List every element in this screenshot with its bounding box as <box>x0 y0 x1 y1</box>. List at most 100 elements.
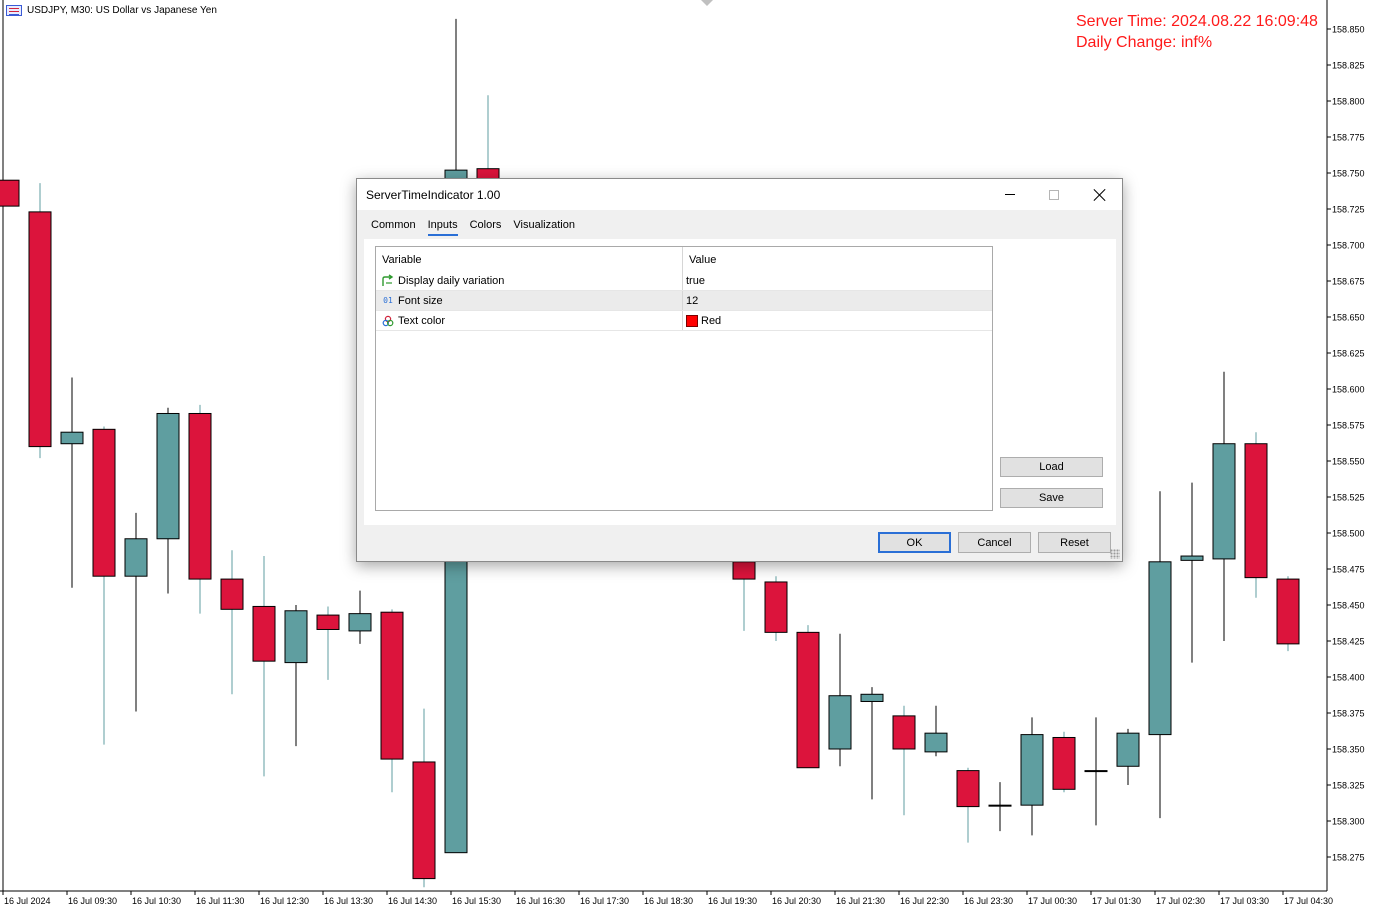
table-row[interactable]: Display daily variation true <box>376 271 992 291</box>
bull-candle <box>988 804 1012 807</box>
table-row[interactable]: 01 Font size 12 <box>376 291 992 311</box>
tab-visualization[interactable]: Visualization <box>507 216 581 236</box>
dialog-title: ServerTimeIndicator 1.00 <box>366 188 501 202</box>
time-tick-label: 16 Jul 20:30 <box>772 896 821 906</box>
price-tick-label: 158.275 <box>1332 853 1365 863</box>
dialog-titlebar[interactable]: ServerTimeIndicator 1.00 <box>357 179 1122 210</box>
variable-cell[interactable]: Display daily variation <box>376 271 683 290</box>
time-tick-label: 17 Jul 01:30 <box>1092 896 1141 906</box>
time-tick-label: 16 Jul 11:30 <box>196 896 244 906</box>
bull-candle <box>1148 561 1172 736</box>
bear-candle <box>0 179 20 207</box>
time-tick-label: 16 Jul 19:30 <box>708 896 757 906</box>
price-tick-label: 158.400 <box>1332 673 1365 683</box>
bear-candle <box>28 211 52 448</box>
bull-candle <box>348 613 372 632</box>
bear-candle <box>956 770 980 808</box>
time-tick-label: 16 Jul 09:30 <box>68 896 117 906</box>
resize-grip-icon[interactable] <box>1110 549 1120 559</box>
variable-cell[interactable]: 01 Font size <box>376 291 683 310</box>
symbol-title-text: USDJPY, M30: US Dollar vs Japanese Yen <box>27 5 217 16</box>
save-button[interactable]: Save <box>1000 488 1103 508</box>
bear-candle <box>252 605 276 662</box>
bear-candle <box>1276 578 1300 645</box>
load-button[interactable]: Load <box>1000 457 1103 477</box>
price-tick-label: 158.850 <box>1332 25 1365 35</box>
color-swatch[interactable] <box>686 314 698 327</box>
value-cell[interactable]: 12 <box>683 291 992 310</box>
price-tick-label: 158.750 <box>1332 169 1365 179</box>
chart-shift-marker[interactable] <box>701 0 713 6</box>
column-header-value[interactable]: Value <box>683 247 992 271</box>
price-tick-label: 158.450 <box>1332 601 1365 611</box>
variable-name: Font size <box>398 294 443 307</box>
ok-button[interactable]: OK <box>878 532 951 553</box>
price-tick-label: 158.375 <box>1332 709 1365 719</box>
table-row[interactable]: Text color Red <box>376 311 992 331</box>
value-cell[interactable]: Red <box>683 311 992 330</box>
color-palette-icon <box>381 314 395 328</box>
tab-colors[interactable]: Colors <box>464 216 508 236</box>
reset-button[interactable]: Reset <box>1038 532 1111 553</box>
bull-candle <box>1020 734 1044 806</box>
time-tick-label: 16 Jul 2024 <box>4 896 51 906</box>
bull-candle <box>828 695 852 750</box>
daily-change-text: Daily Change: inf% <box>1076 34 1213 51</box>
time-tick-label: 17 Jul 04:30 <box>1284 896 1333 906</box>
time-tick-label: 16 Jul 16:30 <box>516 896 565 906</box>
variable-name: Display daily variation <box>398 274 505 287</box>
price-tick-label: 158.325 <box>1332 781 1365 791</box>
time-tick-label: 16 Jul 23:30 <box>964 896 1013 906</box>
bear-candle <box>892 715 916 750</box>
price-tick-label: 158.500 <box>1332 529 1365 539</box>
bear-candle <box>188 412 212 580</box>
tab-inputs[interactable]: Inputs <box>422 216 464 236</box>
time-tick-label: 16 Jul 17:30 <box>580 896 629 906</box>
bear-candle <box>92 428 116 577</box>
bear-candle <box>316 614 340 630</box>
bull-candle <box>156 412 180 540</box>
price-tick-label: 158.775 <box>1332 133 1365 143</box>
price-tick-label: 158.675 <box>1332 277 1365 287</box>
symbol-title: USDJPY, M30: US Dollar vs Japanese Yen <box>6 5 217 16</box>
time-axis-labels: 16 Jul 2024 16 Jul 09:30 16 Jul 10:30 16 Ju… <box>2 891 1333 906</box>
close-icon <box>1094 189 1106 201</box>
value-text: 12 <box>686 294 699 307</box>
bull-candle <box>1180 555 1204 561</box>
time-tick-label: 16 Jul 13:30 <box>324 896 373 906</box>
time-tick-label: 16 Jul 12:30 <box>260 896 309 906</box>
bear-candle <box>1244 443 1268 579</box>
bear-candle <box>412 761 436 880</box>
cancel-button[interactable]: Cancel <box>958 532 1031 553</box>
value-text: true <box>686 274 705 287</box>
price-tick-label: 158.725 <box>1332 205 1365 215</box>
number-icon: 01 <box>383 296 393 305</box>
price-tick-label: 158.425 <box>1332 637 1365 647</box>
indicator-properties-dialog: ServerTimeIndicator 1.00 Common Inputs C… <box>356 178 1123 562</box>
price-tick-label: 158.525 <box>1332 493 1365 503</box>
grid-header: Variable Value <box>376 247 992 271</box>
bear-candle <box>796 631 820 769</box>
bull-candle <box>1084 770 1108 773</box>
close-button[interactable] <box>1077 179 1123 210</box>
time-tick-label: 16 Jul 21:30 <box>836 896 885 906</box>
bear-candle <box>732 561 756 580</box>
inputs-grid: Variable Value Display daily variation t… <box>375 246 993 511</box>
tab-common[interactable]: Common <box>365 216 422 236</box>
time-tick-label: 17 Jul 00:30 <box>1028 896 1077 906</box>
price-tick-label: 158.650 <box>1332 313 1365 323</box>
value-text: Red <box>701 314 722 327</box>
chart-window-icon <box>6 5 22 16</box>
maximize-button[interactable] <box>1031 179 1077 210</box>
variable-cell[interactable]: Text color <box>376 311 683 330</box>
value-cell[interactable]: true <box>683 271 992 290</box>
column-header-variable[interactable]: Variable <box>376 247 683 271</box>
bull-candle <box>1116 732 1140 767</box>
bool-arrow-icon <box>381 273 395 288</box>
minimize-icon <box>1005 194 1015 195</box>
bear-candle <box>380 611 404 760</box>
variable-name: Text color <box>398 314 446 327</box>
price-tick-label: 158.350 <box>1332 745 1365 755</box>
minimize-button[interactable] <box>987 179 1033 210</box>
time-tick-label: 17 Jul 03:30 <box>1220 896 1269 906</box>
